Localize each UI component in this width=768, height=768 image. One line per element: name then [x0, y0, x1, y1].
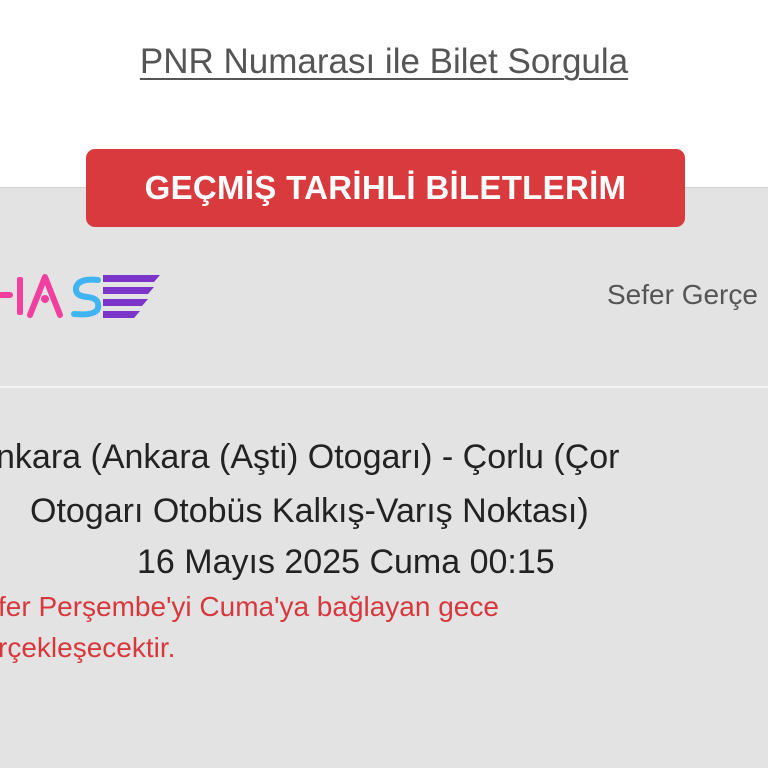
- trip-status-text: Sefer Gerçe: [607, 279, 758, 310]
- night-trip-notice-line-1: fer Perşembe'yi Cuma'ya bağlayan gece: [0, 591, 499, 622]
- route-text-line-1: nkara (Ankara (Aşti) Otogarı) - Çorlu (Ç…: [0, 438, 620, 476]
- ticket-history-screen: PNR Numarası ile Bilet Sorgula GEÇMİŞ TA…: [0, 0, 768, 768]
- route-text-line-2: Otogarı Otobüs Kalkış-Varış Noktası): [30, 492, 589, 530]
- departure-datetime: 16 Mayıs 2025 Cuma 00:15: [137, 543, 555, 581]
- card-divider: [0, 386, 768, 388]
- pnr-query-link[interactable]: PNR Numarası ile Bilet Sorgula: [0, 42, 768, 82]
- bus-company-logo: [0, 274, 160, 318]
- past-tickets-button[interactable]: GEÇMİŞ TARİHLİ BİLETLERİM: [86, 149, 685, 227]
- night-trip-notice-line-2: rçekleşecektir.: [0, 632, 176, 663]
